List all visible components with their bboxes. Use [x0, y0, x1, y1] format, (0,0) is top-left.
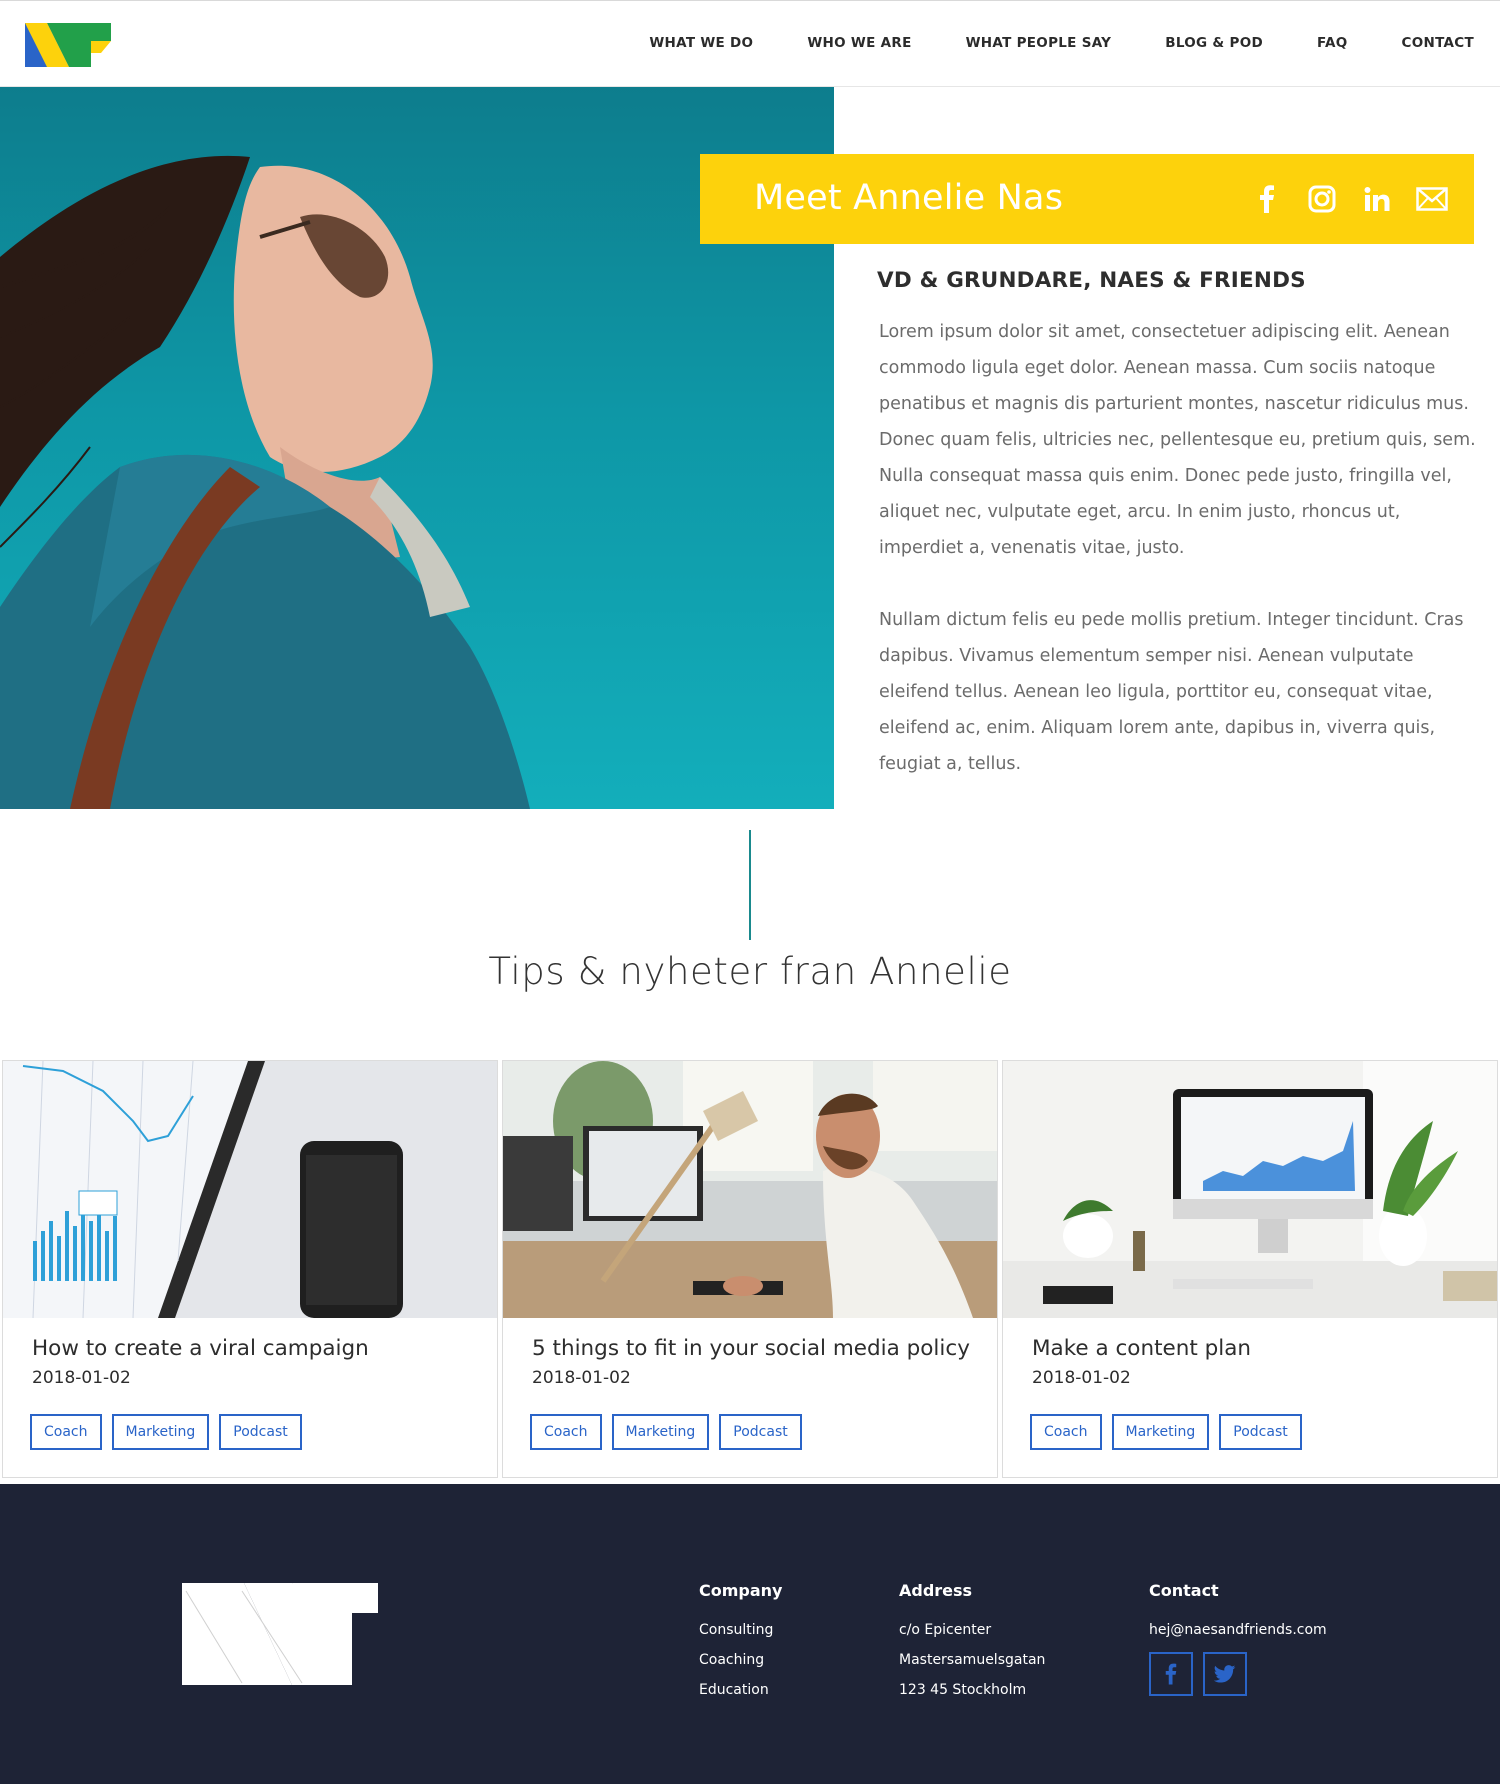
footer-contact: Contact hej@naesandfriends.com: [1149, 1581, 1327, 1696]
footer-company: Company Consulting Coaching Education: [699, 1581, 782, 1712]
hero-paragraph-1: Lorem ipsum dolor sit amet, consectetuer…: [879, 322, 1476, 558]
footer-link-education[interactable]: Education: [699, 1682, 782, 1698]
tag-coach[interactable]: Coach: [1030, 1414, 1102, 1450]
hero-paragraph-2: Nullam dictum felis eu pede mollis preti…: [879, 610, 1464, 774]
section-divider: [749, 830, 751, 940]
card-title[interactable]: How to create a viral campaign: [32, 1336, 369, 1361]
card-image-analytics: [3, 1061, 497, 1318]
footer-link-consulting[interactable]: Consulting: [699, 1622, 782, 1638]
blog-card[interactable]: Make a content plan 2018-01-02 Coach Mar…: [1002, 1060, 1498, 1478]
instagram-icon[interactable]: [1305, 182, 1339, 216]
footer-address-line-2: Mastersamuelsgatan: [899, 1652, 1046, 1668]
tag-marketing[interactable]: Marketing: [111, 1414, 210, 1450]
card-date: 2018-01-02: [32, 1368, 131, 1388]
facebook-icon[interactable]: [1149, 1652, 1193, 1696]
nav-contact[interactable]: CONTACT: [1401, 35, 1474, 51]
nav-blog-pod[interactable]: BLOG & POD: [1165, 35, 1263, 51]
section-title: Tips & nyheter fran Annelie: [488, 950, 1012, 993]
footer-link-coaching[interactable]: Coaching: [699, 1652, 782, 1668]
tag-podcast[interactable]: Podcast: [719, 1414, 802, 1450]
hero-title: Meet Annelie Nas: [754, 178, 1064, 218]
blog-card[interactable]: How to create a viral campaign 2018-01-0…: [2, 1060, 498, 1478]
card-image-desk: [1003, 1061, 1497, 1318]
footer-email[interactable]: hej@naesandfriends.com: [1149, 1622, 1327, 1638]
nav-what-people-say[interactable]: WHAT PEOPLE SAY: [966, 35, 1112, 51]
hero-role: VD & GRUNDARE, NAES & FRIENDS: [877, 268, 1306, 293]
footer-contact-heading: Contact: [1149, 1581, 1219, 1600]
linkedin-icon[interactable]: [1360, 182, 1394, 216]
nf-footer-logo[interactable]: [182, 1583, 378, 1685]
footer-social: [1149, 1652, 1327, 1696]
card-tags: Coach Marketing Podcast: [1030, 1414, 1302, 1450]
card-title[interactable]: 5 things to fit in your social media pol…: [532, 1336, 970, 1361]
footer-address: Address c/o Epicenter Mastersamuelsgatan…: [899, 1581, 1045, 1712]
nav-faq[interactable]: FAQ: [1317, 35, 1348, 51]
footer-address-line-3: 123 45 Stockholm: [899, 1682, 1027, 1698]
nf-logo[interactable]: [25, 23, 111, 67]
tag-marketing[interactable]: Marketing: [1111, 1414, 1210, 1450]
hero-title-bar: Meet Annelie Nas: [700, 154, 1474, 244]
nav-what-we-do[interactable]: WHAT WE DO: [649, 35, 753, 51]
twitter-icon[interactable]: [1203, 1652, 1247, 1696]
blog-card[interactable]: 5 things to fit in your social media pol…: [502, 1060, 998, 1478]
footer-address-heading: Address: [899, 1581, 973, 1600]
card-date: 2018-01-02: [1032, 1368, 1131, 1388]
card-tags: Coach Marketing Podcast: [530, 1414, 802, 1450]
site-header: WHAT WE DO WHO WE ARE WHAT PEOPLE SAY BL…: [0, 0, 1500, 87]
site-footer: Company Consulting Coaching Education Ad…: [0, 1484, 1500, 1784]
card-image-office: [503, 1061, 997, 1318]
tag-marketing[interactable]: Marketing: [611, 1414, 710, 1450]
tag-coach[interactable]: Coach: [530, 1414, 602, 1450]
card-tags: Coach Marketing Podcast: [30, 1414, 302, 1450]
card-title[interactable]: Make a content plan: [1032, 1336, 1251, 1361]
tag-podcast[interactable]: Podcast: [219, 1414, 302, 1450]
nav-who-we-are[interactable]: WHO WE ARE: [807, 35, 911, 51]
tag-podcast[interactable]: Podcast: [1219, 1414, 1302, 1450]
mail-icon[interactable]: [1415, 182, 1449, 216]
footer-company-heading: Company: [699, 1581, 783, 1600]
card-date: 2018-01-02: [532, 1368, 631, 1388]
footer-address-line-1: c/o Epicenter: [899, 1622, 992, 1638]
tag-coach[interactable]: Coach: [30, 1414, 102, 1450]
main-nav: WHAT WE DO WHO WE ARE WHAT PEOPLE SAY BL…: [595, 35, 1474, 51]
facebook-icon[interactable]: [1250, 182, 1284, 216]
